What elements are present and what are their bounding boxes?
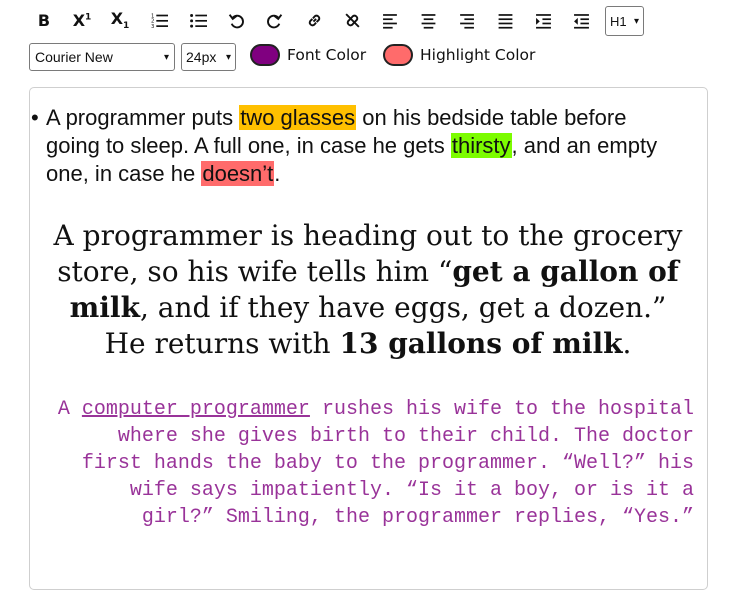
- bullet-list: • A programmer puts two glasses on his be…: [31, 104, 686, 188]
- font-color-picker[interactable]: [250, 44, 280, 66]
- unlink-button[interactable]: [338, 6, 366, 34]
- highlighted-text: two glasses: [239, 105, 357, 130]
- indent-icon: [535, 13, 551, 29]
- align-left-button[interactable]: [376, 6, 404, 34]
- monospace-paragraph: A computer programmer rushes his wife to…: [46, 396, 694, 531]
- align-left-icon: [382, 13, 397, 29]
- outdent-icon: [573, 13, 589, 29]
- outdent-button[interactable]: [567, 6, 595, 34]
- font-color-label: Font Color: [287, 46, 367, 64]
- bullet-list-button[interactable]: [184, 6, 212, 34]
- bold-text: 13 gallons of milk: [339, 327, 623, 360]
- redo-button[interactable]: [260, 6, 288, 34]
- font-size-select[interactable]: 24px ▾: [181, 43, 236, 71]
- indent-button[interactable]: [529, 6, 557, 34]
- bullet-text-1: A programmer puts: [46, 105, 240, 130]
- chevron-down-icon: ▾: [633, 15, 639, 27]
- chevron-down-icon: ▾: [163, 51, 169, 63]
- undo-button[interactable]: [222, 6, 250, 34]
- list-item: • A programmer puts two glasses on his be…: [31, 104, 686, 188]
- font-size-value: 24px: [186, 49, 217, 65]
- unlink-icon: [344, 12, 360, 28]
- underlined-text: computer programmer: [81, 398, 310, 421]
- align-center-icon: [421, 13, 435, 29]
- svg-text:3: 3: [151, 23, 154, 28]
- style-toolbar: Courier New ▾ 24px ▾ Font Color Highligh…: [29, 42, 729, 72]
- formatting-toolbar: B X1 X1 123 H1 ▾: [28, 6, 728, 36]
- superscript-button[interactable]: X1: [68, 6, 96, 34]
- subscript-button[interactable]: X1: [106, 6, 134, 34]
- font-family-select[interactable]: Courier New ▾: [29, 43, 175, 71]
- bold-button[interactable]: B: [30, 6, 58, 34]
- heading-select-value: H1: [610, 13, 627, 29]
- ordered-list-button[interactable]: 123: [145, 6, 173, 34]
- bullet-list-icon: [189, 13, 207, 28]
- bullet-text-4: .: [274, 161, 281, 186]
- redo-icon: [266, 13, 282, 28]
- highlighted-text: thirsty: [450, 133, 512, 158]
- font-family-value: Courier New: [35, 49, 113, 65]
- align-right-button[interactable]: [452, 6, 480, 34]
- highlighted-text: doesn’t: [201, 161, 275, 186]
- bold-icon: B: [37, 10, 51, 30]
- bullet-dot-icon: •: [31, 105, 39, 130]
- highlight-color-picker[interactable]: [383, 44, 413, 66]
- serif-paragraph: A programmer is heading out to the groce…: [50, 218, 686, 362]
- serif-text-3: .: [622, 327, 632, 360]
- align-right-icon: [459, 13, 474, 29]
- heading-select[interactable]: H1 ▾: [605, 6, 644, 36]
- link-icon: [308, 14, 320, 26]
- subscript-icon: X1: [110, 8, 130, 32]
- chevron-down-icon: ▾: [225, 51, 231, 63]
- align-center-button[interactable]: [414, 6, 442, 34]
- superscript-icon: X1: [72, 10, 92, 30]
- mono-text-1: A: [57, 398, 82, 421]
- highlight-color-label: Highlight Color: [420, 46, 536, 64]
- link-button[interactable]: [300, 6, 328, 34]
- ordered-list-icon: 123: [151, 13, 168, 29]
- align-justify-button[interactable]: [491, 6, 519, 34]
- align-justify-icon: [498, 13, 512, 29]
- undo-icon: [228, 13, 244, 28]
- rich-text-editor[interactable]: • A programmer puts two glasses on his be…: [29, 87, 708, 590]
